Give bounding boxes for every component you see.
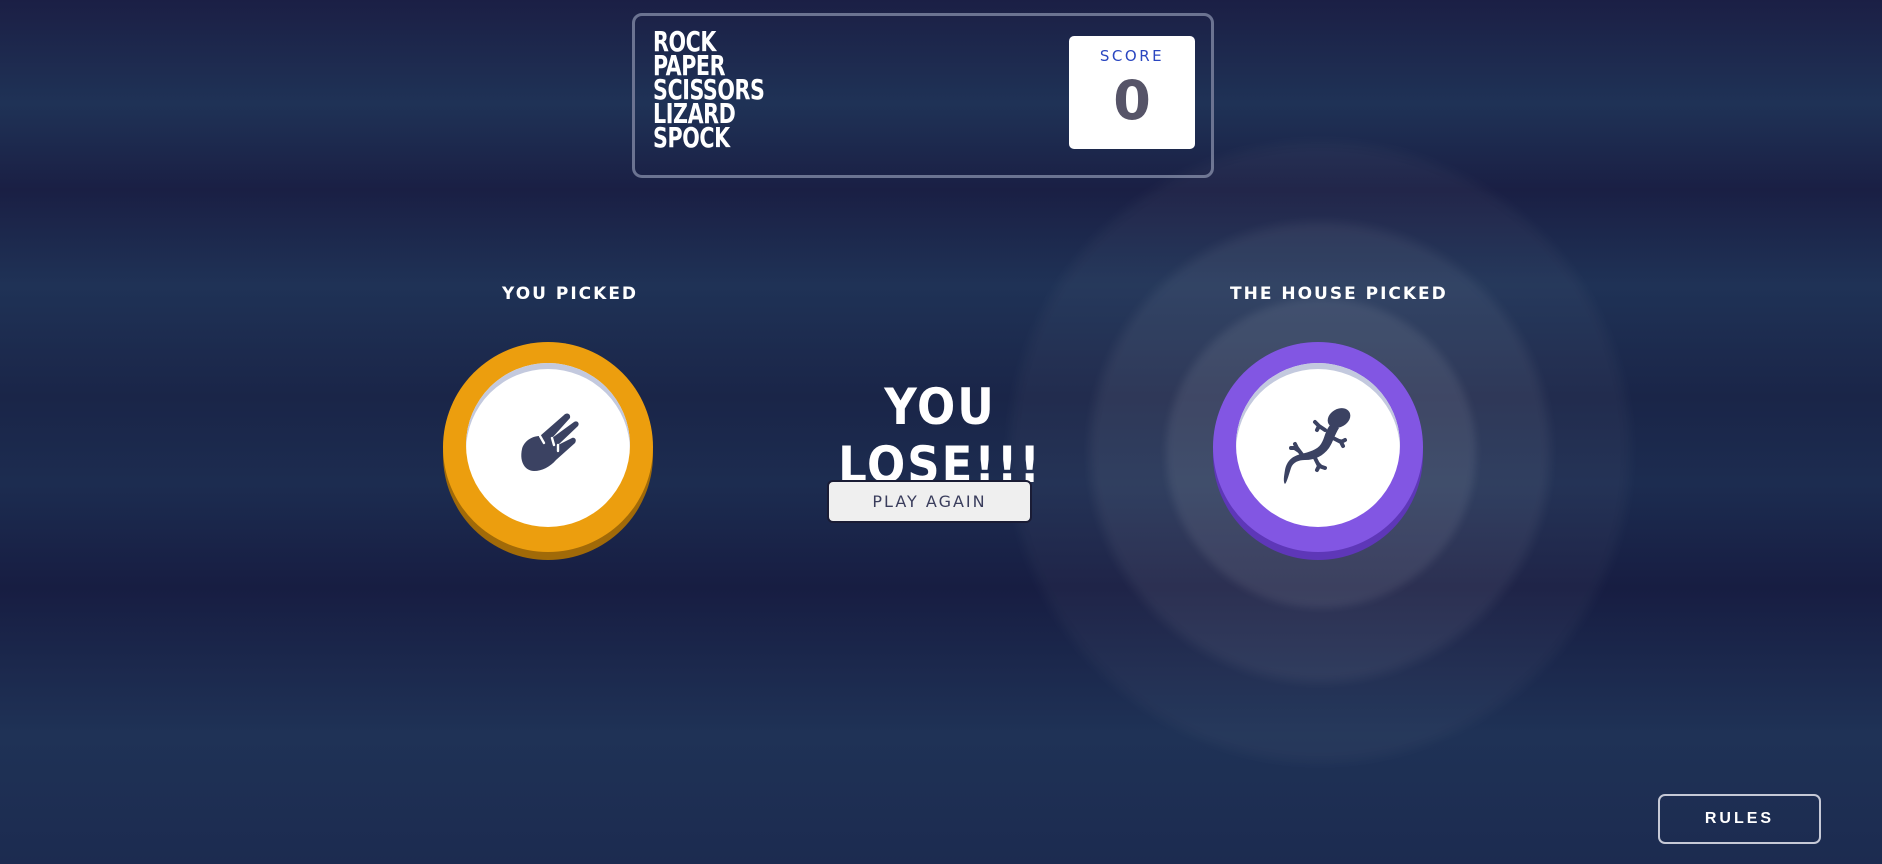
score-box: SCORE 0 xyxy=(1069,36,1195,149)
logo-line-spock: SPOCK xyxy=(653,121,730,154)
play-again-button[interactable]: PLAY AGAIN xyxy=(827,480,1032,523)
game-logo: ROCK PAPER SCISSORS LIZARD SPOCK xyxy=(653,28,765,154)
rules-button[interactable]: RULES xyxy=(1658,794,1821,844)
lizard-icon xyxy=(1283,408,1351,484)
scissors-hand-icon xyxy=(521,413,579,471)
score-value: 0 xyxy=(1113,69,1151,132)
result-text: YOU LOSE!!! xyxy=(838,378,1042,494)
token-face xyxy=(1236,363,1400,527)
game-header: ROCK PAPER SCISSORS LIZARD SPOCK SCORE 0 xyxy=(632,13,1214,178)
you-picked-label: YOU PICKED xyxy=(502,284,639,304)
house-choice-lizard-token xyxy=(1213,342,1423,552)
player-choice-scissors-token xyxy=(443,342,653,552)
score-label: SCORE xyxy=(1099,47,1165,65)
token-face xyxy=(466,363,630,527)
